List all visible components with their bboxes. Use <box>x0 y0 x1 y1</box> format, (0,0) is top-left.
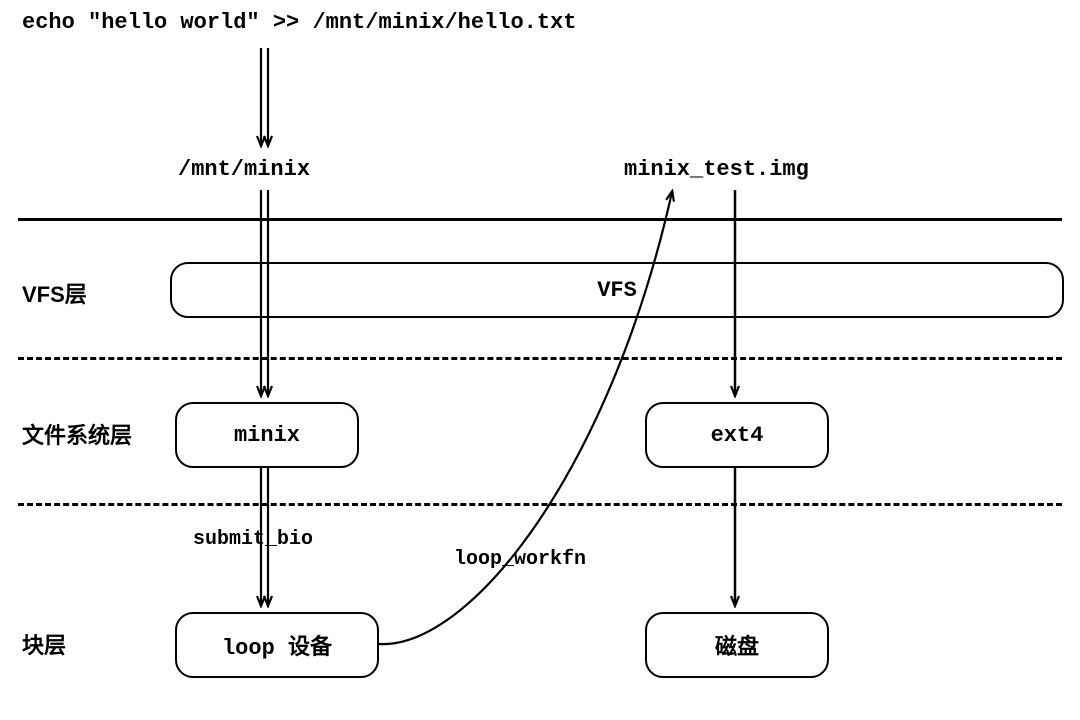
submit-bio-label: submit_bio <box>193 528 313 551</box>
arrows-overlay <box>0 0 1080 720</box>
disk-box-label: 磁盘 <box>715 629 759 661</box>
minix-box-label: minix <box>234 423 300 448</box>
arrow-loop-to-img <box>378 192 672 644</box>
mountpoint-label: /mnt/minix <box>178 157 310 182</box>
vfs-box-label: VFS <box>597 278 637 303</box>
disk-box: 磁盘 <box>645 612 829 678</box>
minix-box: minix <box>175 402 359 468</box>
ext4-box-label: ext4 <box>711 423 764 448</box>
ext4-box: ext4 <box>645 402 829 468</box>
image-file-label: minix_test.img <box>624 157 809 182</box>
loop-device-box: loop 设备 <box>175 612 379 678</box>
fs-block-divider <box>18 503 1062 506</box>
vfs-fs-divider <box>18 357 1062 360</box>
vfs-box: VFS <box>170 262 1064 318</box>
arrow-command-to-mount <box>261 48 268 145</box>
loop-workfn-label: loop_workfn <box>454 548 586 571</box>
block-layer-label: 块层 <box>22 628 66 660</box>
loop-device-label: loop 设备 <box>222 629 332 661</box>
fs-layer-label: 文件系统层 <box>22 418 132 450</box>
command-text: echo "hello world" >> /mnt/minix/hello.t… <box>22 10 577 35</box>
vfs-layer-label: VFS层 <box>22 277 87 309</box>
user-kernel-divider <box>18 218 1062 221</box>
